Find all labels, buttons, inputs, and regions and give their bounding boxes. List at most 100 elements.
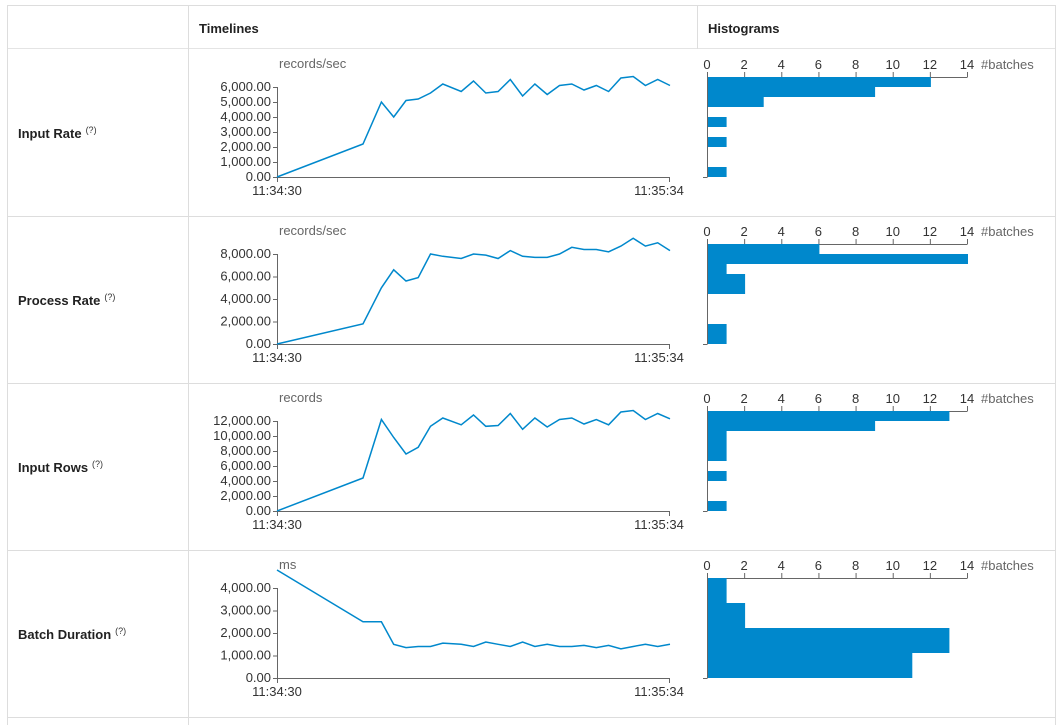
histogram-bar xyxy=(708,167,727,177)
histogram-bar xyxy=(708,411,950,421)
y-tick-label: 4,000.00 xyxy=(220,291,271,306)
series-line xyxy=(276,237,671,345)
x-tick-label: 10 xyxy=(885,57,899,72)
histogram-bar xyxy=(708,628,950,653)
help-icon[interactable]: (?) xyxy=(115,626,126,636)
x-tick-label: 8 xyxy=(852,57,859,72)
x-axis-label: #batches xyxy=(981,224,1034,239)
metric-name: Input Rows xyxy=(18,460,89,475)
x-tick-label: 4 xyxy=(778,558,785,573)
x-tick-label: 6 xyxy=(815,224,822,239)
x-tick-label: 6 xyxy=(815,391,822,406)
x-tick-label: 12 xyxy=(923,391,937,406)
y-tick-label: 2,000.00 xyxy=(220,488,271,503)
y-axis-label: records/sec xyxy=(279,223,347,238)
timeline-chart-batch-duration: ms 0.00 1,000.00 2,000.00 3,000.00 4,000.00 11… xyxy=(220,557,684,699)
row-label-batch-duration: Batch Duration (?) xyxy=(18,626,126,642)
histogram-bar xyxy=(708,137,727,147)
histogram-bar xyxy=(708,451,727,461)
histogram-bar xyxy=(708,441,727,451)
x-tick-label: 0 xyxy=(703,224,710,239)
histogram-bar xyxy=(708,653,913,678)
x-tick-label: 10 xyxy=(885,391,899,406)
y-tick-label: 0.00 xyxy=(246,169,271,184)
y-tick-label: 2,000.00 xyxy=(220,314,271,329)
x-tick-label: 0 xyxy=(703,57,710,72)
y-tick-label: 0.00 xyxy=(246,503,271,518)
x-tick-label: 4 xyxy=(778,391,785,406)
metrics-table: Timelines Histograms Input Rate (?) Proce… xyxy=(0,0,1061,725)
row-label-input-rate: Input Rate (?) xyxy=(18,125,97,141)
histogram-bar xyxy=(708,431,727,441)
y-tick-label: 2,000.00 xyxy=(220,139,271,154)
y-tick-label: 1,000.00 xyxy=(220,154,271,169)
y-tick-label: 0.00 xyxy=(246,670,271,685)
table-top-border xyxy=(7,5,1055,6)
x-tick-label: 8 xyxy=(852,391,859,406)
histogram-bar xyxy=(708,77,931,87)
x-axis-label: #batches xyxy=(981,558,1034,573)
y-tick-label: 8,000.00 xyxy=(220,443,271,458)
x-tick-label: 2 xyxy=(741,57,748,72)
x-tick-label: 11:34:30 xyxy=(252,684,302,699)
series-line xyxy=(276,569,671,650)
help-icon[interactable]: (?) xyxy=(86,125,97,135)
header-timelines: Timelines xyxy=(199,21,259,36)
histogram-bar xyxy=(708,244,820,254)
y-axis-label: ms xyxy=(279,557,297,572)
y-tick-label: 3,000.00 xyxy=(220,124,271,139)
x-tick-label: 12 xyxy=(923,224,937,239)
x-tick-label: 11:34:30 xyxy=(252,517,302,532)
histogram-bar xyxy=(708,274,746,284)
histogram-bar xyxy=(708,324,727,334)
row-label-process-rate: Process Rate (?) xyxy=(18,292,115,308)
histogram-bar xyxy=(708,578,727,603)
y-axis-label: records/sec xyxy=(279,56,347,71)
x-tick-label: 11:35:34 xyxy=(634,684,684,699)
x-tick-label: 4 xyxy=(778,57,785,72)
x-tick-label: 2 xyxy=(741,391,748,406)
timeline-chart-process-rate: records/sec 0.00 2,000.00 4,000.00 6,000.00 8… xyxy=(220,223,683,365)
x-tick-label: 14 xyxy=(960,558,974,573)
timeline-chart-input-rows: records 0.002,000.004,000.006,000.008,000… xyxy=(213,390,684,532)
histogram-chart-batch-duration: 0 2 4 6 8 10 12 14 #batches xyxy=(703,558,1034,679)
y-tick-label: 10,000.00 xyxy=(213,428,271,443)
histogram-chart-input-rate: 0 2 4 6 8 10 12 14 #batches xyxy=(703,57,1034,178)
histogram-bar xyxy=(708,264,727,274)
histogram-bar xyxy=(708,603,746,628)
y-tick-label: 8,000.00 xyxy=(220,246,271,261)
header-divider xyxy=(7,48,1055,49)
x-tick-label: 6 xyxy=(815,558,822,573)
x-tick-label: 10 xyxy=(885,224,899,239)
x-tick-label: 4 xyxy=(778,224,785,239)
histogram-bar xyxy=(708,254,968,264)
histogram-bar xyxy=(708,334,727,344)
y-axis-label: records xyxy=(279,390,323,405)
x-tick-label: 14 xyxy=(960,224,974,239)
x-tick-label: 10 xyxy=(885,558,899,573)
histogram-bar xyxy=(708,471,727,481)
metric-name: Input Rate xyxy=(18,126,82,141)
header-histograms: Histograms xyxy=(708,21,780,36)
y-tick-label: 6,000.00 xyxy=(220,269,271,284)
histogram-bar xyxy=(708,284,746,294)
x-tick-label: 11:34:30 xyxy=(252,350,302,365)
x-tick-label: 14 xyxy=(960,391,974,406)
help-icon[interactable]: (?) xyxy=(92,459,103,469)
x-tick-label: 11:35:34 xyxy=(634,517,684,532)
x-tick-label: 2 xyxy=(741,558,748,573)
y-tick-label: 2,000.00 xyxy=(220,625,271,640)
metric-name: Process Rate xyxy=(18,293,101,308)
help-icon[interactable]: (?) xyxy=(104,292,115,302)
histogram-bar xyxy=(708,97,764,107)
y-tick-label: 1,000.00 xyxy=(220,648,271,663)
row-divider xyxy=(7,717,1055,718)
y-tick-label: 6,000.00 xyxy=(220,458,271,473)
y-tick-label: 4,000.00 xyxy=(220,473,271,488)
metric-name: Batch Duration xyxy=(18,627,112,642)
column-border xyxy=(7,5,8,725)
y-tick-label: 3,000.00 xyxy=(220,603,271,618)
histogram-bar xyxy=(708,117,727,127)
x-tick-label: 12 xyxy=(923,57,937,72)
histogram-chart-input-rows: 0 2 4 6 8 10 12 14 #batches xyxy=(703,391,1034,512)
